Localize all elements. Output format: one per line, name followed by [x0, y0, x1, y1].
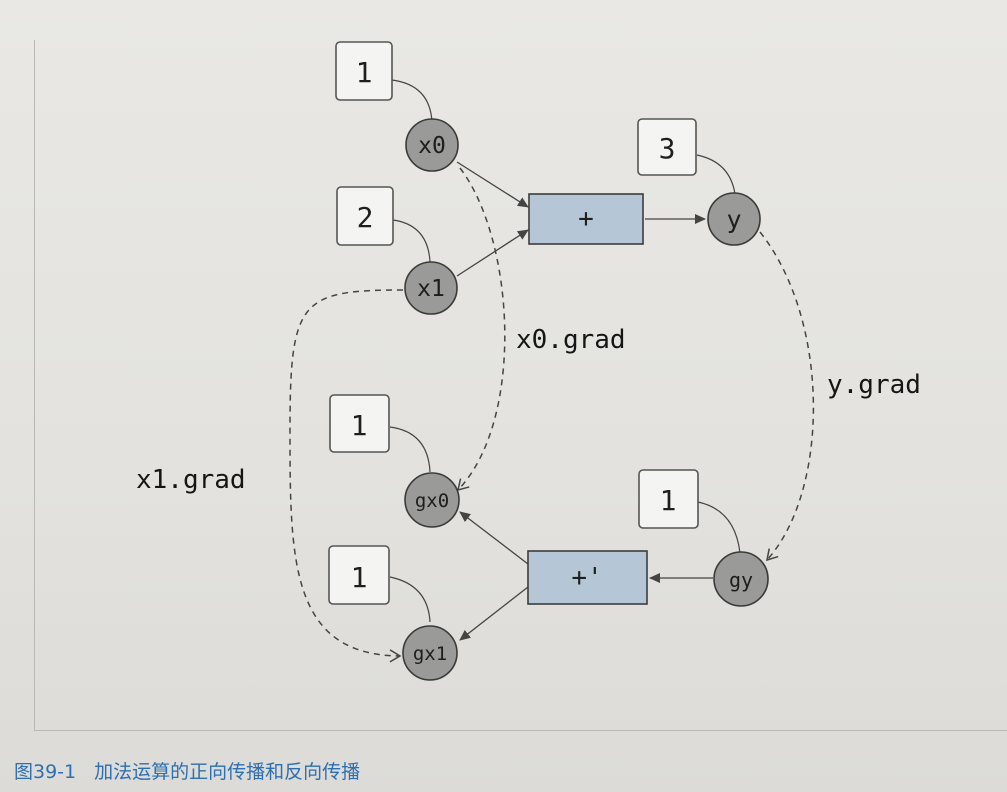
- gx0-value-connector: [389, 426, 431, 473]
- x0-node-label: x0: [418, 133, 446, 159]
- edge-x0-grad-dashed: [456, 167, 506, 492]
- add-grad-function-box: +': [527, 550, 648, 605]
- x0-value-connector: [391, 79, 433, 123]
- gx0-value-text: 1: [351, 409, 368, 442]
- x0-grad-label: x0.grad: [516, 325, 626, 355]
- gy-value-connector: [697, 501, 741, 554]
- y-value-text: 3: [659, 132, 676, 165]
- gx1-value-text: 1: [351, 561, 368, 594]
- y-value-box: 3: [637, 118, 697, 176]
- gx0-value-box: 1: [329, 394, 390, 453]
- x1-node-label: x1: [417, 276, 445, 302]
- gy-value-text: 1: [660, 484, 677, 517]
- x1-value-connector: [392, 219, 431, 263]
- add-function-box: +: [528, 193, 644, 245]
- x0-value-text: 1: [356, 56, 373, 89]
- gx1-node-label: gx1: [413, 643, 447, 665]
- gx1-node: gx1: [402, 625, 458, 681]
- gy-node: gy: [713, 551, 769, 607]
- add-grad-function-label: +': [571, 563, 602, 593]
- x0-value-box: 1: [335, 41, 393, 101]
- edge-x1-to-add: [456, 229, 529, 277]
- computational-graph-diagram: 1 2 3 1 1 1 + +' x0 x1 y gx0 gx1 gy x0.g…: [136, 41, 921, 681]
- y-grad-label: y.grad: [827, 370, 921, 400]
- y-node-label: y: [726, 205, 741, 234]
- x0-node: x0: [405, 118, 459, 172]
- x1-value-text: 2: [357, 201, 374, 234]
- x1-grad-label: x1.grad: [136, 465, 246, 495]
- add-function-label: +: [578, 204, 594, 234]
- page: 1 2 3 1 1 1 + +' x0 x1 y gx0 gx1 gy x0.g…: [0, 0, 1007, 792]
- figure-number: 图39-1: [14, 761, 77, 783]
- edge-addgrad-to-gx1: [459, 586, 529, 641]
- edge-addgrad-to-gx0: [459, 511, 529, 565]
- figure-caption-text: 加法运算的正向传播和反向传播: [94, 761, 361, 783]
- x1-node: x1: [404, 261, 458, 315]
- x1-value-box: 2: [336, 186, 394, 246]
- gx1-value-connector: [389, 576, 431, 623]
- figure-caption: 图39-1 加法运算的正向传播和反向传播: [14, 757, 378, 784]
- y-node: y: [707, 192, 761, 246]
- edge-x0-to-add: [456, 161, 529, 208]
- gx0-node: gx0: [404, 472, 460, 528]
- gx0-node-label: gx0: [415, 490, 449, 512]
- gy-value-box: 1: [638, 469, 699, 529]
- edge-y-grad-dashed: [759, 231, 815, 562]
- y-value-connector: [696, 154, 736, 195]
- gy-node-label: gy: [729, 568, 753, 592]
- gx1-value-box: 1: [328, 545, 390, 605]
